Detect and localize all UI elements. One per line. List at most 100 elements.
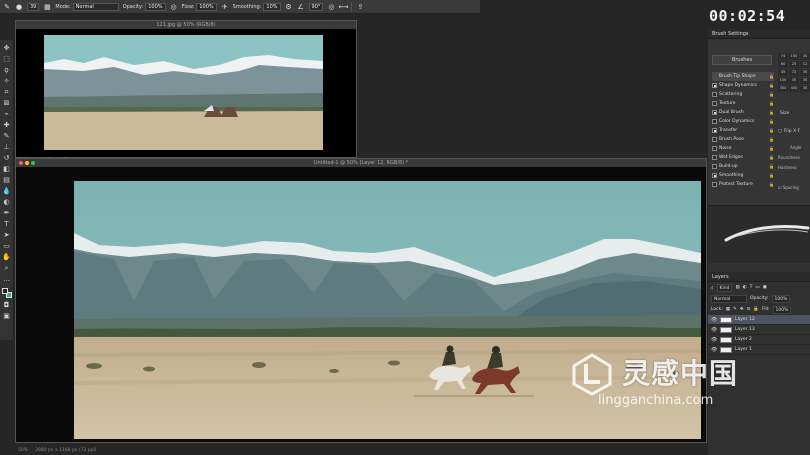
brush-option-lock-icon[interactable]: 🔓 <box>769 155 774 160</box>
brush-tip-preset[interactable]: 400 <box>789 85 799 92</box>
filter-adjust-icon[interactable]: ◐ <box>743 285 747 290</box>
lock-pixels-icon[interactable]: ▦ <box>726 307 730 312</box>
eyedropper-tool-icon[interactable]: ⌁ <box>2 110 11 118</box>
layer-visibility-eye-icon[interactable]: 👁 <box>711 317 717 323</box>
layer-opacity-input[interactable]: 100% <box>771 294 791 303</box>
quick-select-tool-icon[interactable]: ✧ <box>2 77 11 85</box>
brush-option-checkbox[interactable] <box>712 164 717 169</box>
history-brush-tool-icon[interactable]: ↺ <box>2 154 11 162</box>
lock-position-icon[interactable]: ✥ <box>740 307 744 312</box>
type-tool-icon[interactable]: T <box>2 220 11 228</box>
brush-option-lock-icon[interactable]: 🔓 <box>769 74 774 79</box>
layer-name[interactable]: Layer 2 <box>735 337 752 342</box>
flow-input[interactable]: 100% <box>196 2 217 11</box>
move-tool-icon[interactable]: ✥ <box>2 44 11 52</box>
flip-x-checkbox[interactable]: ▢ <box>778 129 782 134</box>
brush-option-row[interactable]: Transfer 🔓 <box>712 126 774 135</box>
symmetry-icon[interactable]: ⟷ <box>338 3 348 11</box>
brush-option-row[interactable]: Brush Tip Shape 🔓 <box>712 72 774 81</box>
angle-input[interactable]: 90° <box>308 2 324 11</box>
brush-option-lock-icon[interactable]: 🔓 <box>769 164 774 169</box>
lock-all-icon[interactable]: 🔒 <box>753 307 759 312</box>
crop-tool-icon[interactable]: ⌗ <box>2 88 11 96</box>
pressure-opacity-icon[interactable]: ◎ <box>170 3 178 11</box>
brush-option-lock-icon[interactable]: 🔓 <box>769 182 774 187</box>
layer-row[interactable]: 👁 Layer 2 <box>708 335 810 345</box>
mode-select[interactable]: Normal <box>72 2 119 11</box>
brush-option-lock-icon[interactable]: 🔓 <box>769 101 774 106</box>
smoothing-input[interactable]: 10% <box>263 2 281 11</box>
reference-document-window[interactable]: 121.jpg @ 50% (RGB/8) 2560 px x 1160 px … <box>15 20 357 163</box>
brush-tip-preset[interactable]: 30 <box>800 69 810 76</box>
brush-tip-grid[interactable]: 74 150 30 60 25 12 45 72 30 100 30 30 350 400 30 <box>778 53 810 92</box>
brush-option-checkbox[interactable] <box>712 146 717 151</box>
brush-option-row[interactable]: Build-up 🔓 <box>712 162 774 171</box>
clone-stamp-tool-icon[interactable]: ⊥ <box>2 143 11 151</box>
brush-tip-preset[interactable]: 74 <box>778 53 788 60</box>
brush-option-checkbox[interactable] <box>712 173 717 178</box>
brush-option-checkbox[interactable] <box>712 119 717 124</box>
brush-tool-icon[interactable]: ✎ <box>2 132 11 140</box>
filter-pixel-icon[interactable]: ▨ <box>735 285 739 290</box>
brush-option-checkbox[interactable] <box>712 137 717 142</box>
reference-image-canvas[interactable] <box>44 35 323 150</box>
brush-option-checkbox[interactable] <box>712 92 717 97</box>
airbrush-icon[interactable]: ✈ <box>221 3 229 11</box>
eraser-tool-icon[interactable]: ◧ <box>2 165 11 173</box>
layer-name[interactable]: Layer 13 <box>735 327 755 332</box>
blend-mode-select[interactable]: Normal <box>711 294 747 303</box>
layer-visibility-eye-icon[interactable]: 👁 <box>711 337 717 343</box>
dodge-tool-icon[interactable]: ◐ <box>2 198 11 206</box>
opacity-field[interactable]: Opacity: 100% <box>123 2 166 11</box>
brush-option-checkbox[interactable] <box>712 182 717 187</box>
brush-preset-icon[interactable]: ● <box>15 3 23 11</box>
smoothing-field[interactable]: Smoothing: 10% <box>233 2 281 11</box>
opacity-input[interactable]: 100% <box>145 2 166 11</box>
brush-option-lock-icon[interactable]: 🔓 <box>769 137 774 142</box>
flow-field[interactable]: Flow: 100% <box>182 2 217 11</box>
reference-document-titlebar[interactable]: 121.jpg @ 50% (RGB/8) <box>16 21 356 29</box>
close-window-icon[interactable] <box>19 161 23 165</box>
pressure-size-icon[interactable]: ◎ <box>327 3 335 11</box>
filter-smart-icon[interactable]: ▣ <box>763 285 767 290</box>
layer-visibility-eye-icon[interactable]: 👁 <box>711 327 717 333</box>
lock-paint-icon[interactable]: ✎ <box>733 307 737 312</box>
minimize-window-icon[interactable] <box>25 161 29 165</box>
path-select-tool-icon[interactable]: ➤ <box>2 231 11 239</box>
color-swatches[interactable] <box>1 288 12 298</box>
fill-input[interactable]: 100% <box>772 305 792 314</box>
brushes-button[interactable]: Brushes <box>712 55 772 65</box>
marquee-tool-icon[interactable]: ⬚ <box>2 55 11 63</box>
zoom-tool-icon[interactable]: ⌕ <box>2 264 11 272</box>
brush-option-checkbox[interactable] <box>712 101 717 106</box>
screen-mode-icon[interactable]: ▣ <box>2 312 11 320</box>
hand-tool-icon[interactable]: ✋ <box>2 253 11 261</box>
brush-tip-preset[interactable]: 30 <box>800 53 810 60</box>
brush-panel-toggle-icon[interactable]: ▦ <box>43 3 51 11</box>
brush-option-row[interactable]: Smoothing 🔓 <box>712 171 774 180</box>
brush-tip-preset[interactable]: 30 <box>800 77 810 84</box>
brush-option-lock-icon[interactable]: 🔓 <box>769 146 774 151</box>
zoom-level-readout[interactable]: 50% <box>18 448 28 453</box>
more-tools-icon[interactable]: … <box>2 275 11 283</box>
brush-option-checkbox[interactable] <box>712 110 717 115</box>
quick-mask-icon[interactable]: ◘ <box>2 301 11 309</box>
brush-option-row[interactable]: Noise 🔓 <box>712 144 774 153</box>
share-icon[interactable]: ⇪ <box>356 3 364 11</box>
brush-tip-preset[interactable]: 350 <box>778 85 788 92</box>
brush-tip-preset[interactable]: 12 <box>800 61 810 68</box>
spacing-option[interactable]: ☑ Spacing <box>778 185 799 190</box>
brush-option-row[interactable]: Wet Edges 🔓 <box>712 153 774 162</box>
brush-tip-preset[interactable]: 25 <box>789 61 799 68</box>
zoom-window-icon[interactable] <box>31 161 35 165</box>
smoothing-options-gear-icon[interactable]: ⚙ <box>285 3 293 11</box>
filter-shape-icon[interactable]: ▭ <box>755 285 759 290</box>
filter-type-icon[interactable]: T <box>750 285 753 290</box>
brush-tip-preset[interactable]: 60 <box>778 61 788 68</box>
lock-artboard-icon[interactable]: ⊡ <box>747 307 751 312</box>
brush-tip-preset[interactable]: 100 <box>778 77 788 84</box>
brush-settings-tab[interactable]: Brush Settings <box>708 29 810 39</box>
layer-name[interactable]: Layer 12 <box>735 317 755 322</box>
brush-option-lock-icon[interactable]: 🔓 <box>769 173 774 178</box>
mode-field[interactable]: Mode: Normal <box>55 2 119 11</box>
